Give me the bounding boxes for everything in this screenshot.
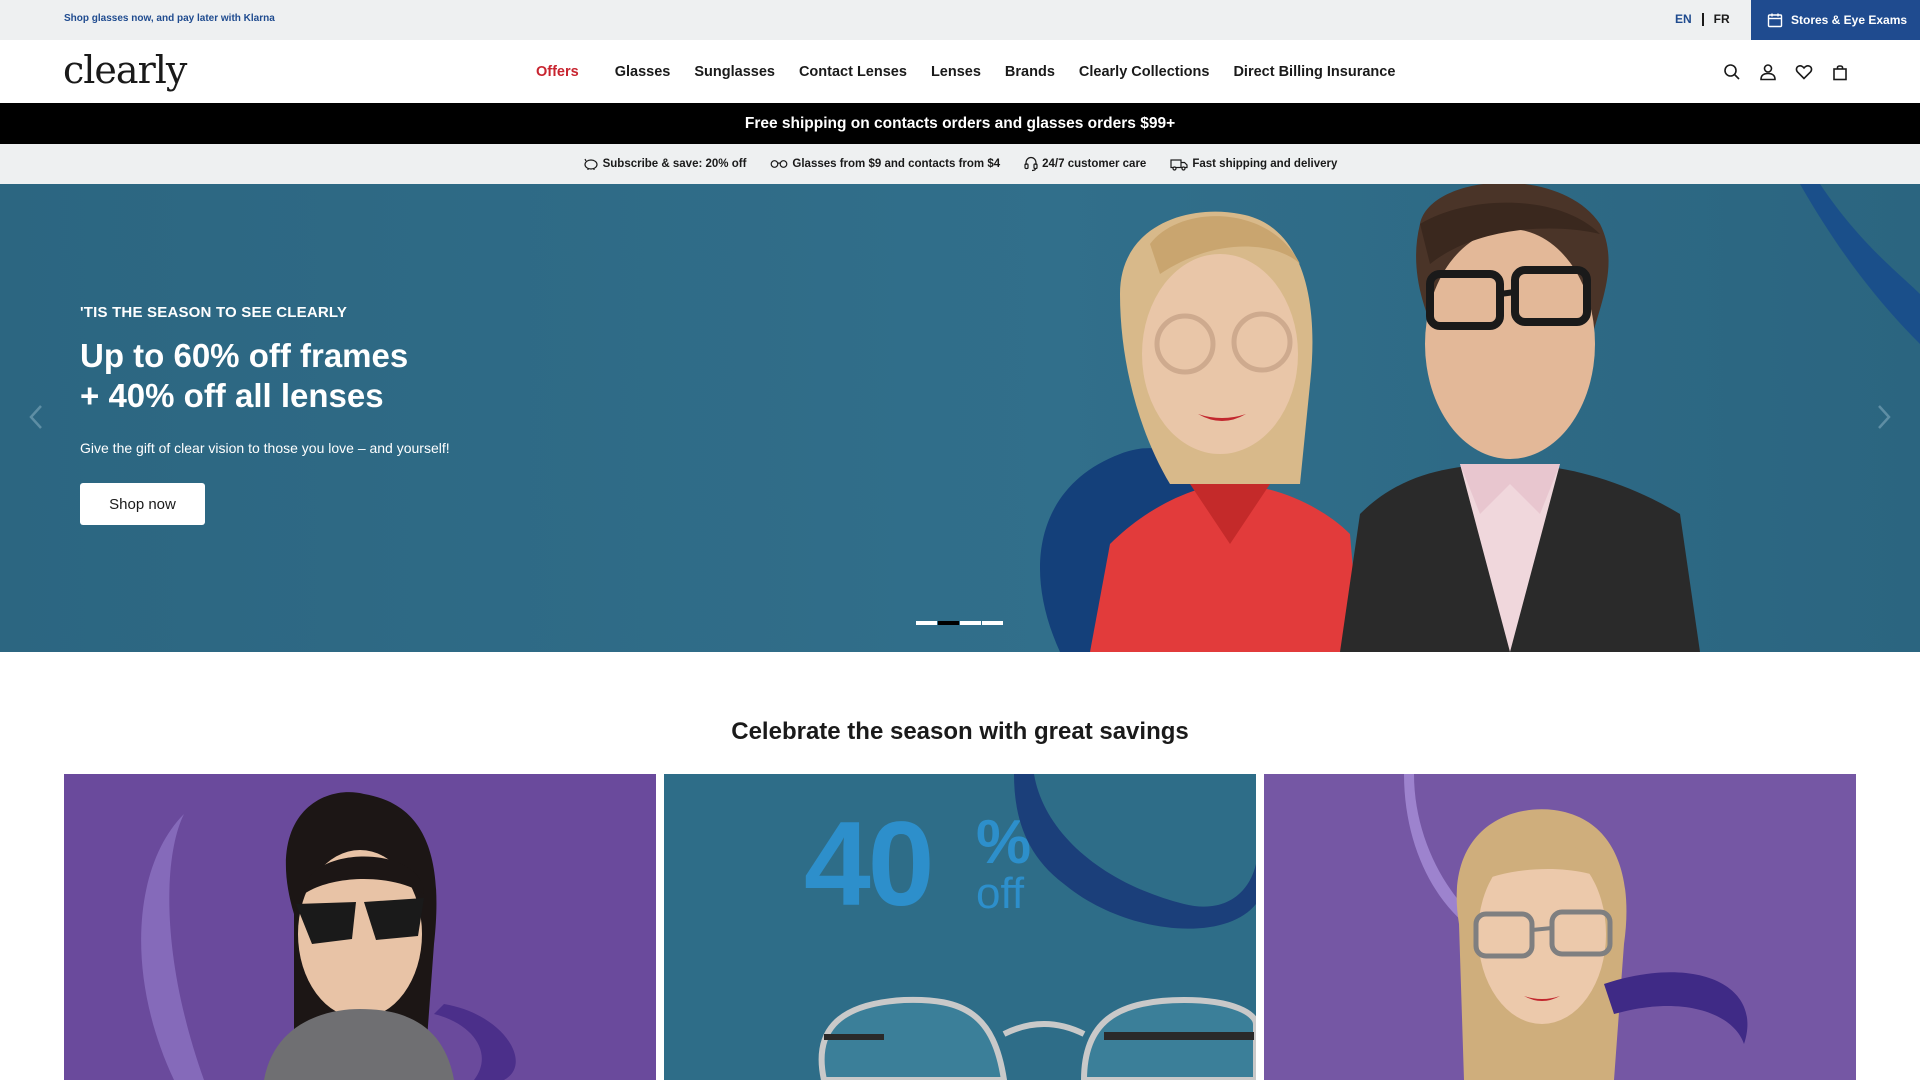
benefit-fast-shipping-text: Fast shipping and delivery [1192,158,1338,170]
carousel-dot-1[interactable] [916,621,937,625]
stores-eye-exams-label: Stores & Eye Exams [1791,13,1908,27]
chevron-right-icon [1878,405,1891,429]
bag-icon[interactable] [1828,60,1852,84]
utility-bar: Shop glasses now, and pay later with Kla… [0,0,1920,40]
hero-models-image [1040,184,1920,652]
hero-title-line-1: Up to 60% off frames [80,337,409,374]
shop-now-button[interactable]: Shop now [80,483,205,525]
nav-item-brands[interactable]: Brands [1005,64,1055,80]
benefit-pricing: Glasses from $9 and contacts from $4 [770,158,1000,170]
hero-carousel: 'TIS THE SEASON TO SEE CLEARLY Up to 60%… [0,184,1920,652]
benefit-customer-care-text: 24/7 customer care [1042,158,1147,170]
nav-item-contact-lenses[interactable]: Contact Lenses [799,64,907,80]
klarna-promo-link[interactable]: Shop glasses now, and pay later with Kla… [64,13,275,24]
promo-card-eyeglasses[interactable] [1264,774,1856,1080]
lang-divider [1701,12,1704,26]
header-icons [1720,60,1864,84]
lang-fr-link[interactable]: FR [1714,12,1730,26]
benefit-subscribe-save: Subscribe & save: 20% off [583,157,747,171]
nav-item-direct-billing-insurance[interactable]: Direct Billing Insurance [1233,64,1395,80]
promo-sunglasses-model-image [141,792,516,1080]
calendar-icon [1767,13,1783,28]
hero-subtitle: Give the gift of clear vision to those y… [80,440,450,456]
headset-icon [1024,156,1038,172]
hero-title-line-2: + 40% off all lenses [80,377,384,414]
glasses-icon [771,160,788,168]
promo-frames-image [818,774,1256,1080]
promo-card-40-off-lenses[interactable]: 40 % off [664,774,1256,1080]
nav-item-offers[interactable]: Offers [536,64,579,80]
hero-eyebrow: 'TIS THE SEASON TO SEE CLEARLY [80,304,348,321]
carousel-pagination [916,621,1004,625]
benefit-pricing-text: Glasses from $9 and contacts from $4 [792,158,1001,170]
truck-icon [1170,158,1188,171]
nav-item-sunglasses[interactable]: Sunglasses [694,64,775,80]
promo-eyeglasses-model-image [1404,774,1748,1080]
free-shipping-banner: Free shipping on contacts orders and gla… [0,103,1920,144]
clearly-logo[interactable]: clearly [63,48,187,92]
search-icon[interactable] [1720,60,1744,84]
benefit-fast-shipping: Fast shipping and delivery [1170,158,1337,171]
hero-title: Up to 60% off frames + 40% off all lense… [80,336,580,416]
stores-eye-exams-button[interactable]: Stores & Eye Exams [1751,0,1920,40]
nav-item-lenses[interactable]: Lenses [931,64,981,80]
chevron-left-icon [29,405,42,429]
language-switcher: EN FR [1675,12,1730,26]
benefit-customer-care: 24/7 customer care [1024,156,1146,172]
main-header: clearly Offers Glasses Sunglasses Contac… [0,40,1920,103]
carousel-next-button[interactable] [1874,402,1894,432]
main-nav: Offers Glasses Sunglasses Contact Lenses… [536,40,1419,103]
account-icon[interactable] [1756,60,1780,84]
nav-item-clearly-collections[interactable]: Clearly Collections [1079,64,1210,80]
savings-heading: Celebrate the season with great savings [731,718,1189,745]
benefit-subscribe-save-text: Subscribe & save: 20% off [602,158,747,170]
carousel-prev-button[interactable] [26,402,46,432]
carousel-dot-3[interactable] [960,621,981,625]
carousel-dot-2[interactable] [938,621,959,625]
lang-en-link[interactable]: EN [1675,12,1692,26]
carousel-dot-4[interactable] [982,621,1003,625]
benefits-bar: Subscribe & save: 20% off Glasses from $… [0,144,1920,184]
nav-item-glasses[interactable]: Glasses [615,64,671,80]
promo-card-sunglasses[interactable] [64,774,656,1080]
piggy-bank-icon [583,158,598,170]
heart-icon[interactable] [1792,60,1816,84]
